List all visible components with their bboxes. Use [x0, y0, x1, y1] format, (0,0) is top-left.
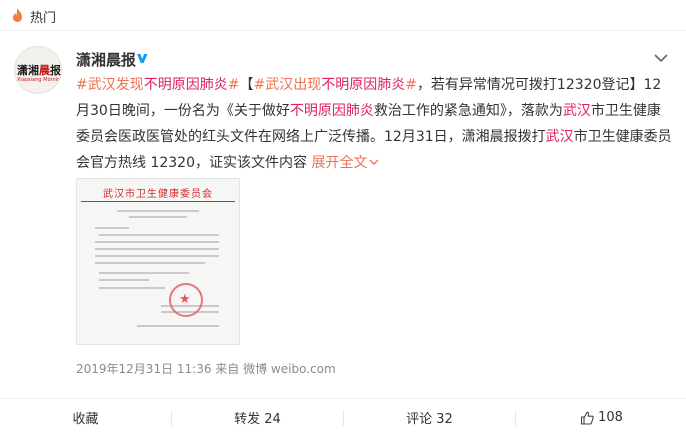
verified-v-icon	[134, 50, 150, 66]
document-text-line	[99, 279, 149, 281]
top-bar: 热门	[0, 0, 686, 31]
avatar-logo-subtext: Xiaoxiang Morning Post	[17, 77, 62, 83]
document-text-line	[95, 262, 205, 264]
document-text-line	[129, 216, 187, 218]
chevron-down-icon[interactable]	[653, 52, 669, 64]
seal-star-icon: ★	[179, 292, 191, 307]
document-text-line	[95, 248, 219, 250]
like-button[interactable]: 108	[516, 399, 686, 435]
favorite-button[interactable]: 收藏	[0, 399, 171, 435]
document-text-line	[99, 234, 219, 236]
hashtag-link[interactable]: #武汉出现不明原因肺炎#	[253, 77, 416, 93]
document-red-line	[81, 201, 235, 202]
document-text-line	[95, 227, 129, 229]
post-text: #武汉发现不明原因肺炎#【#武汉出现不明原因肺炎#，若有异常情况可拨打12320…	[76, 77, 672, 171]
action-bar: 收藏 转发 24 评论 32 108	[0, 398, 686, 435]
post-meta: 2019年12月31日 11:36 来自 微博 weibo.com	[76, 362, 336, 376]
feed-title: 热门	[30, 11, 57, 26]
hashtag-link[interactable]: #武汉发现不明原因肺炎#	[76, 77, 239, 93]
document-text-line	[137, 325, 219, 327]
repost-button[interactable]: 转发 24	[172, 399, 343, 435]
document-header: 武汉市卫生健康委员会	[103, 189, 213, 200]
avatar-logo-text: 潇湘晨报	[17, 64, 61, 77]
thumbs-up-icon	[581, 411, 594, 425]
fire-icon	[13, 8, 22, 22]
document-image[interactable]: 武汉市卫生健康委员会 ★	[76, 178, 240, 345]
comment-button[interactable]: 评论 32	[344, 399, 515, 435]
expand-full-text-link[interactable]: 展开全文	[311, 155, 379, 171]
document-text-line	[95, 241, 219, 243]
avatar[interactable]: 潇湘晨报 Xiaoxiang Morning Post	[14, 46, 62, 94]
document-text-line	[99, 272, 189, 274]
document-text-line	[117, 210, 199, 212]
expand-chevron-icon	[369, 159, 379, 165]
document-text-line	[99, 287, 165, 289]
username[interactable]: 潇湘晨报	[76, 49, 136, 70]
document-text-line	[95, 255, 219, 257]
